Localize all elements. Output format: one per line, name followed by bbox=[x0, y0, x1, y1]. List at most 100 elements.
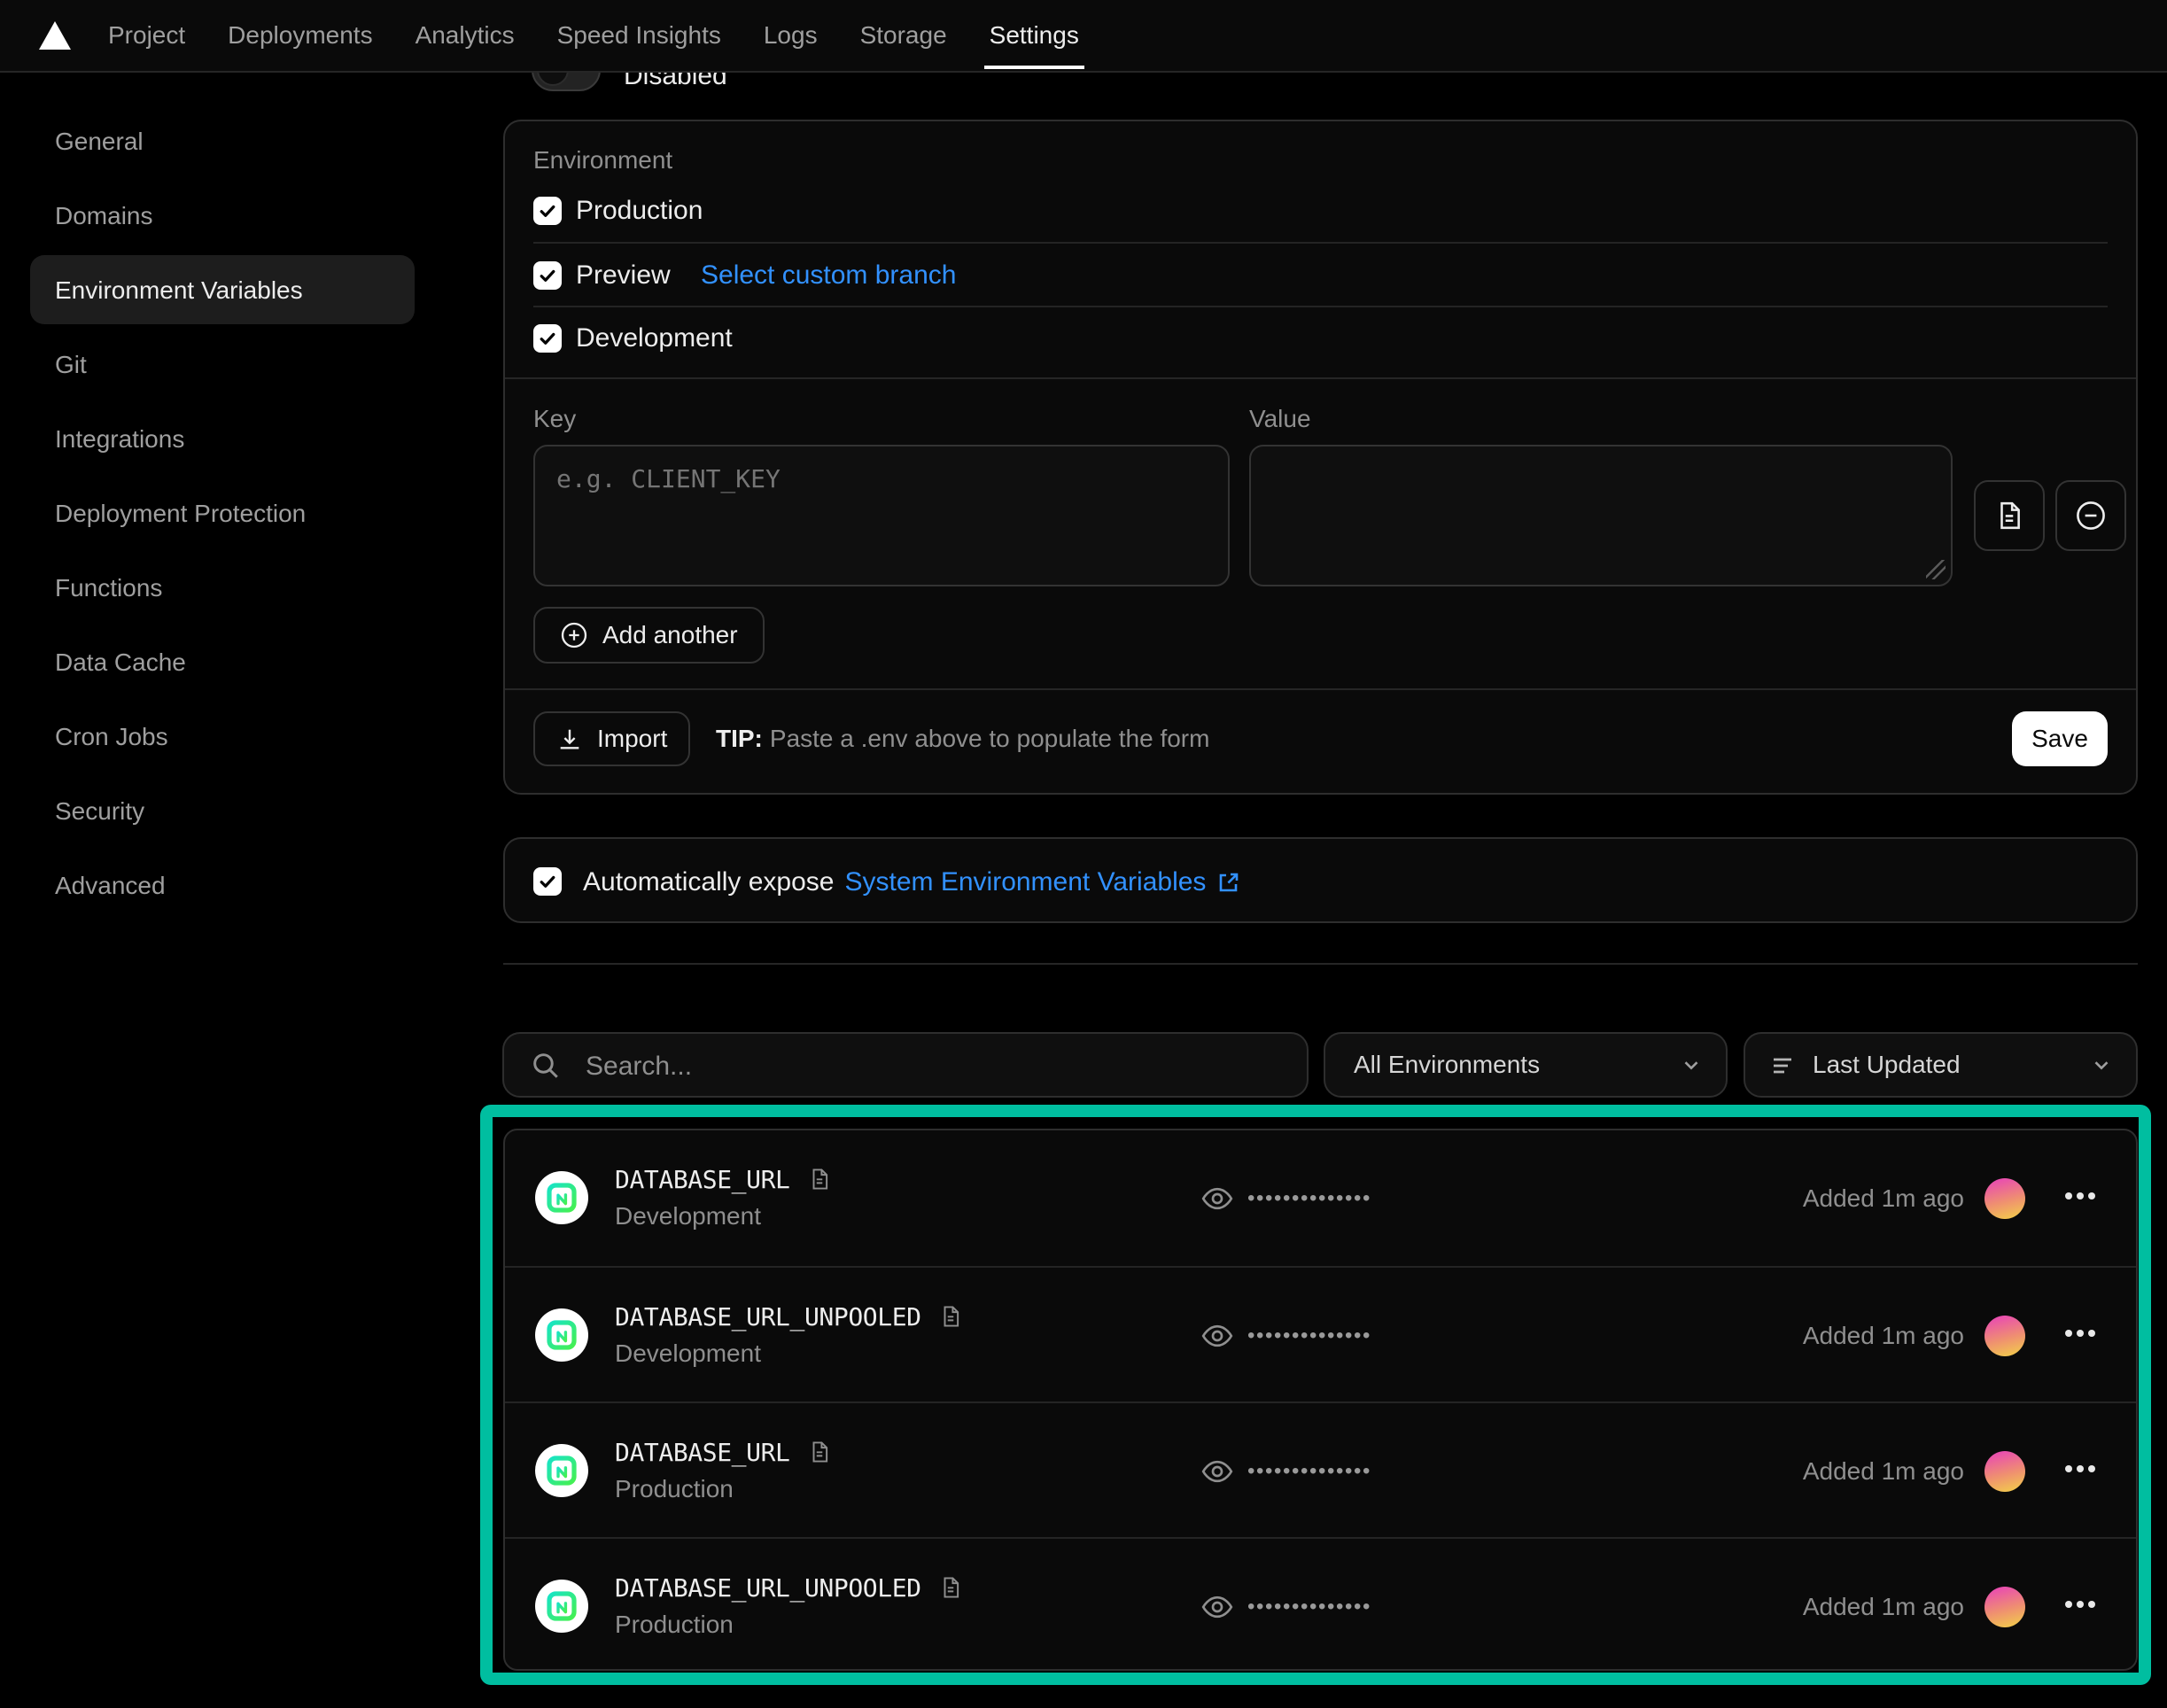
environment-section-label: Environment bbox=[533, 146, 672, 175]
environment-filter-value: All Environments bbox=[1354, 1034, 1540, 1096]
copy-document-icon[interactable] bbox=[939, 1303, 962, 1330]
key-field[interactable] bbox=[533, 445, 1230, 586]
hidden-value-dots: •••••••••••••• bbox=[1247, 1130, 1371, 1266]
select-custom-branch-link[interactable]: Select custom branch bbox=[701, 251, 956, 300]
sidebar-item-functions[interactable]: Functions bbox=[0, 551, 480, 625]
variable-key: DATABASE_URL bbox=[615, 1165, 790, 1194]
paste-env-button[interactable] bbox=[1974, 480, 2045, 551]
import-label: Import bbox=[597, 725, 667, 753]
development-checkbox[interactable] bbox=[533, 324, 562, 353]
preview-checkbox-label: Preview bbox=[576, 251, 671, 300]
user-avatar bbox=[1984, 1316, 2025, 1356]
variable-environment: Production bbox=[615, 1606, 962, 1643]
save-button[interactable]: Save bbox=[2012, 711, 2108, 766]
variable-key: DATABASE_URL bbox=[615, 1438, 790, 1467]
auto-expose-card: Automatically expose System Environment … bbox=[503, 837, 2138, 923]
neon-integration-icon bbox=[535, 1171, 588, 1224]
add-another-button[interactable]: Add another bbox=[533, 607, 765, 664]
user-avatar bbox=[1984, 1451, 2025, 1492]
hidden-value-dots: •••••••••••••• bbox=[1247, 1268, 1371, 1403]
nav-tab-project[interactable]: Project bbox=[108, 21, 185, 50]
auto-expose-checkbox[interactable] bbox=[533, 867, 562, 896]
reveal-value-eye-icon[interactable] bbox=[1200, 1181, 1235, 1216]
neon-integration-icon bbox=[535, 1308, 588, 1362]
copy-document-icon[interactable] bbox=[808, 1439, 831, 1465]
reveal-value-eye-icon[interactable] bbox=[1200, 1589, 1235, 1625]
search-icon bbox=[531, 1051, 561, 1081]
nav-tab-speed-insights[interactable]: Speed Insights bbox=[557, 21, 721, 50]
added-timestamp: Added 1m ago bbox=[1803, 1403, 1964, 1539]
download-icon bbox=[556, 726, 583, 752]
reveal-value-eye-icon[interactable] bbox=[1200, 1318, 1235, 1354]
production-checkbox[interactable] bbox=[533, 197, 562, 225]
row-actions-menu-button[interactable] bbox=[2065, 1330, 2095, 1337]
top-navigation-bar: Project Deployments Analytics Speed Insi… bbox=[0, 0, 2167, 73]
vercel-logo-icon[interactable] bbox=[39, 21, 71, 50]
variable-name-block: DATABASE_URL Development bbox=[615, 1161, 831, 1235]
section-divider bbox=[505, 377, 2136, 379]
check-icon bbox=[537, 200, 558, 221]
value-field[interactable] bbox=[1249, 445, 1953, 586]
check-icon bbox=[537, 871, 558, 892]
external-link-icon bbox=[1216, 870, 1241, 895]
nav-tab-settings[interactable]: Settings bbox=[990, 21, 1079, 50]
footer-divider bbox=[505, 688, 2136, 690]
env-variable-row[interactable]: DATABASE_URL_UNPOOLED Production •••••••… bbox=[505, 1537, 2136, 1671]
tip-label: TIP: bbox=[716, 725, 763, 752]
chevron-down-icon bbox=[2090, 1053, 2113, 1076]
sidebar-item-data-cache[interactable]: Data Cache bbox=[0, 625, 480, 700]
added-timestamp: Added 1m ago bbox=[1803, 1268, 1964, 1403]
search-input[interactable] bbox=[582, 1034, 1262, 1099]
user-avatar bbox=[1984, 1178, 2025, 1219]
nav-tab-storage[interactable]: Storage bbox=[860, 21, 947, 50]
variable-key: DATABASE_URL_UNPOOLED bbox=[615, 1573, 921, 1603]
row-divider bbox=[533, 242, 2108, 244]
env-variable-row[interactable]: DATABASE_URL_UNPOOLED Development ••••••… bbox=[505, 1266, 2136, 1401]
env-variable-row[interactable]: DATABASE_URL Development •••••••••••••• … bbox=[505, 1130, 2136, 1266]
paste-document-icon bbox=[1994, 501, 2024, 531]
copy-document-icon[interactable] bbox=[939, 1574, 962, 1601]
sidebar-item-advanced[interactable]: Advanced bbox=[0, 849, 480, 923]
reveal-value-eye-icon[interactable] bbox=[1200, 1454, 1235, 1489]
system-env-variables-link[interactable]: System Environment Variables bbox=[844, 867, 1206, 897]
row-actions-menu-button[interactable] bbox=[2065, 1601, 2095, 1608]
search-box[interactable] bbox=[502, 1032, 1309, 1098]
variable-environment: Production bbox=[615, 1471, 831, 1508]
check-icon bbox=[537, 328, 558, 349]
sidebar-item-general[interactable]: General bbox=[0, 105, 480, 179]
key-input[interactable] bbox=[535, 446, 1228, 496]
nav-tab-deployments[interactable]: Deployments bbox=[228, 21, 372, 50]
sort-select-value: Last Updated bbox=[1813, 1034, 1961, 1096]
sidebar-item-integrations[interactable]: Integrations bbox=[0, 402, 480, 477]
sidebar-item-domains[interactable]: Domains bbox=[0, 179, 480, 253]
nav-tab-analytics[interactable]: Analytics bbox=[416, 21, 515, 50]
variable-environment: Development bbox=[615, 1335, 962, 1372]
user-avatar bbox=[1984, 1587, 2025, 1627]
import-button[interactable]: Import bbox=[533, 711, 690, 766]
key-label: Key bbox=[533, 405, 576, 433]
sidebar-item-deployment-protection[interactable]: Deployment Protection bbox=[0, 477, 480, 551]
hidden-value-dots: •••••••••••••• bbox=[1247, 1539, 1371, 1671]
copy-document-icon[interactable] bbox=[808, 1166, 831, 1192]
textarea-resize-handle[interactable] bbox=[1926, 560, 1946, 579]
sidebar-item-environment-variables[interactable]: Environment Variables bbox=[0, 253, 480, 328]
variable-key: DATABASE_URL_UNPOOLED bbox=[615, 1302, 921, 1331]
auto-expose-label: Automatically expose bbox=[583, 867, 834, 897]
neon-integration-icon bbox=[535, 1444, 588, 1497]
check-icon bbox=[537, 265, 558, 286]
nav-tab-logs[interactable]: Logs bbox=[764, 21, 818, 50]
add-another-label: Add another bbox=[602, 621, 738, 649]
env-variable-row[interactable]: DATABASE_URL Production •••••••••••••• A… bbox=[505, 1401, 2136, 1537]
sidebar-item-security[interactable]: Security bbox=[0, 774, 480, 849]
remove-row-button[interactable] bbox=[2055, 480, 2126, 551]
sort-select[interactable]: Last Updated bbox=[1744, 1032, 2138, 1098]
sidebar-item-git[interactable]: Git bbox=[0, 328, 480, 402]
row-actions-menu-button[interactable] bbox=[2065, 1192, 2095, 1199]
sort-lines-icon bbox=[1770, 1053, 1795, 1078]
minus-circle-icon bbox=[2075, 500, 2107, 532]
row-actions-menu-button[interactable] bbox=[2065, 1465, 2095, 1472]
environment-filter-select[interactable]: All Environments bbox=[1324, 1032, 1728, 1098]
env-variables-list: DATABASE_URL Development •••••••••••••• … bbox=[503, 1129, 2138, 1671]
sidebar-item-cron-jobs[interactable]: Cron Jobs bbox=[0, 700, 480, 774]
preview-checkbox[interactable] bbox=[533, 261, 562, 290]
